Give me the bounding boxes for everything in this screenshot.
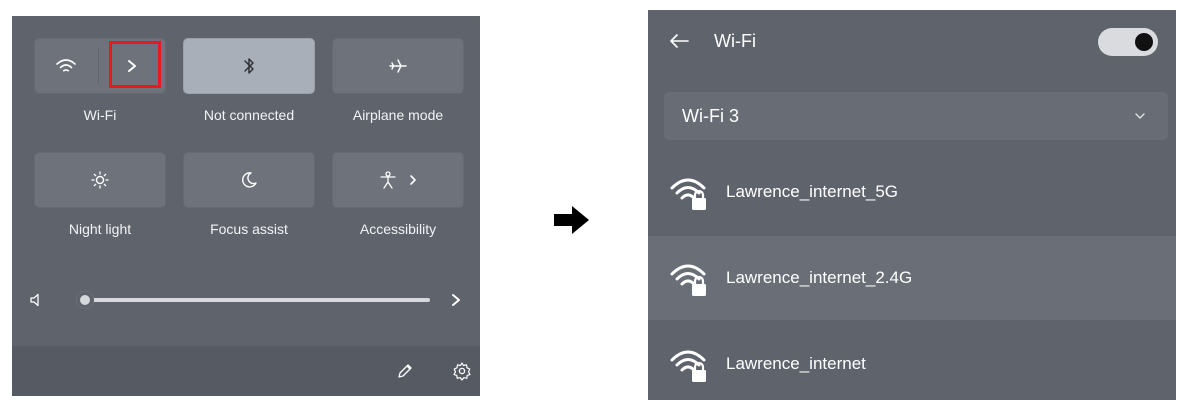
wifi-adapter-value: Wi-Fi 3 — [682, 105, 739, 126]
toggle-knob — [1135, 33, 1153, 51]
highlight-box — [109, 41, 161, 88]
network-name: Lawrence_internet — [726, 354, 866, 373]
wifi-toggle-button[interactable] — [34, 38, 98, 94]
airplane-mode-tile-label: Airplane mode — [352, 107, 444, 123]
night-light-tile[interactable] — [34, 152, 166, 208]
wifi-secured-icon — [668, 256, 712, 300]
speaker-icon[interactable] — [28, 292, 44, 308]
back-arrow-icon[interactable] — [668, 32, 690, 50]
network-name: Lawrence_internet_2.4G — [726, 268, 913, 287]
accessibility-tile-label: Accessibility — [359, 221, 437, 237]
airplane-icon — [387, 57, 409, 75]
moon-icon — [240, 171, 258, 189]
volume-slider[interactable] — [76, 291, 434, 309]
wifi-panel-title: Wi-Fi — [714, 31, 756, 51]
night-light-tile-label: Night light — [68, 221, 132, 237]
brightness-icon — [90, 170, 110, 190]
airplane-mode-tile[interactable] — [332, 38, 464, 94]
edit-icon[interactable] — [396, 362, 414, 380]
wifi-adapter-dropdown[interactable]: Wi-Fi 3 — [664, 92, 1168, 140]
wifi-tile-label: Wi-Fi — [83, 107, 117, 123]
arrow-right-icon — [554, 205, 590, 235]
chevron-right-icon[interactable] — [450, 292, 462, 308]
chevron-down-icon — [1134, 112, 1146, 120]
wifi-secured-icon — [668, 342, 712, 386]
wifi-panel: Wi-Fi Wi-Fi 3 Lawrence_internet_5G Lawre… — [648, 10, 1176, 400]
focus-assist-tile[interactable] — [183, 152, 315, 208]
volume-slider-thumb[interactable] — [76, 291, 94, 309]
wifi-toggle-switch[interactable] — [1098, 28, 1158, 56]
bluetooth-tile[interactable] — [183, 38, 315, 94]
network-row[interactable]: Lawrence_internet_2.4G — [648, 236, 1176, 320]
bluetooth-tile-label: Not connected — [203, 107, 295, 123]
settings-icon[interactable] — [452, 361, 472, 381]
network-name: Lawrence_internet_5G — [726, 182, 899, 201]
wifi-panel-header: Wi-Fi — [648, 10, 1176, 76]
accessibility-tile[interactable] — [332, 152, 464, 208]
quick-settings-panel: Wi-Fi Not connected Airplane mode Night … — [12, 16, 480, 396]
wifi-icon — [55, 57, 77, 75]
volume-slider-track — [80, 298, 430, 302]
chevron-right-icon — [408, 174, 418, 186]
wifi-secured-icon — [668, 170, 712, 214]
accessibility-icon — [378, 170, 398, 190]
network-row[interactable]: Lawrence_internet_5G — [648, 150, 1176, 234]
network-row[interactable]: Lawrence_internet — [648, 322, 1176, 400]
focus-assist-tile-label: Focus assist — [210, 221, 288, 237]
bluetooth-icon — [242, 56, 256, 76]
wifi-tile — [34, 38, 166, 94]
quick-settings-footer — [12, 346, 480, 396]
